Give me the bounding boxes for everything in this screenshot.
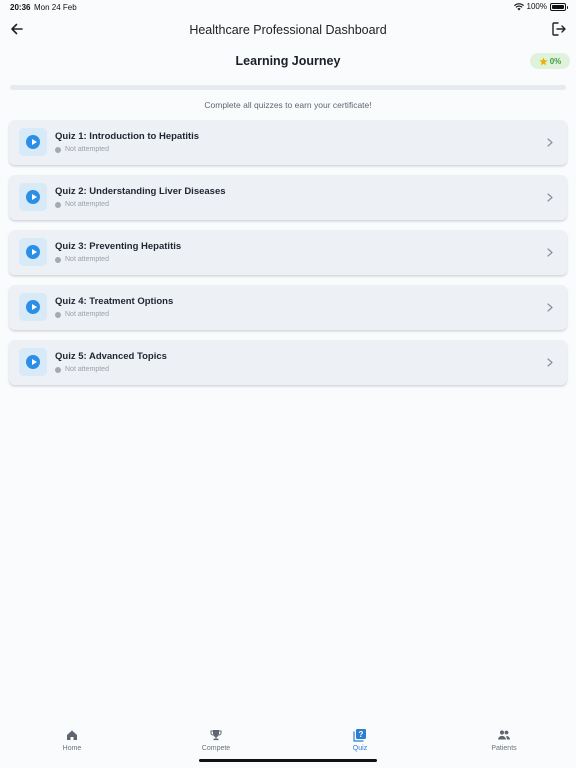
tab-label: Home bbox=[62, 745, 82, 752]
quiz-status-label: Not attempted bbox=[65, 256, 109, 263]
tab-label: Patients bbox=[491, 745, 517, 752]
nav-bar: Healthcare Professional Dashboard bbox=[0, 14, 576, 46]
chevron-right-icon bbox=[547, 358, 553, 367]
quiz-title: Quiz 5: Advanced Topics bbox=[55, 351, 167, 362]
tab-patients[interactable]: Patients bbox=[432, 726, 576, 758]
quiz-status: Not attempted bbox=[55, 146, 109, 153]
quiz-card-2[interactable]: Quiz 2: Understanding Liver Diseases Not… bbox=[9, 175, 567, 220]
play-icon bbox=[26, 190, 40, 204]
people-icon bbox=[498, 730, 511, 740]
clock-icon bbox=[55, 146, 61, 153]
page-title: Healthcare Professional Dashboard bbox=[189, 23, 387, 37]
home-indicator bbox=[199, 759, 377, 762]
quiz-icon-box bbox=[19, 348, 47, 376]
tab-home[interactable]: Home bbox=[0, 726, 144, 758]
logout-icon[interactable] bbox=[550, 20, 568, 38]
wifi-icon bbox=[513, 2, 524, 10]
quiz-card-5[interactable]: Quiz 5: Advanced Topics Not attempted bbox=[9, 340, 567, 385]
chevron-right-icon bbox=[547, 303, 553, 312]
clock-icon bbox=[55, 311, 61, 318]
quiz-status: Not attempted bbox=[55, 366, 109, 373]
play-icon bbox=[26, 300, 40, 314]
quiz-title: Quiz 2: Understanding Liver Diseases bbox=[55, 186, 226, 197]
quiz-title: Quiz 4: Treatment Options bbox=[55, 296, 174, 307]
quiz-list: Quiz 1: Introduction to Hepatitis Not at… bbox=[9, 120, 567, 395]
quiz-icon: ? bbox=[353, 729, 366, 742]
certificate-subtitle: Complete all quizzes to earn your certif… bbox=[204, 100, 372, 110]
battery-icon bbox=[550, 2, 568, 11]
star-icon bbox=[539, 56, 548, 65]
clock-icon bbox=[55, 256, 61, 263]
quiz-status: Not attempted bbox=[55, 311, 109, 318]
battery-percent: 100% bbox=[526, 2, 547, 11]
chevron-right-icon bbox=[547, 193, 553, 202]
quiz-status: Not attempted bbox=[55, 201, 109, 208]
quiz-status-label: Not attempted bbox=[65, 201, 109, 208]
quiz-status-label: Not attempted bbox=[65, 311, 109, 318]
status-date: Mon 24 Feb bbox=[34, 3, 77, 12]
quiz-status-label: Not attempted bbox=[65, 366, 109, 373]
progress-badge: 0% bbox=[530, 53, 570, 69]
svg-text:?: ? bbox=[359, 730, 364, 739]
quiz-icon-box bbox=[19, 183, 47, 211]
play-icon bbox=[26, 245, 40, 259]
tab-quiz[interactable]: ? Quiz bbox=[288, 726, 432, 758]
play-icon bbox=[26, 355, 40, 369]
tab-label: Compete bbox=[201, 745, 231, 752]
learning-journey-title: Learning Journey bbox=[235, 54, 341, 68]
progress-bar bbox=[10, 85, 566, 90]
status-indicators: 100% bbox=[513, 2, 568, 11]
trophy-icon bbox=[210, 730, 222, 741]
tab-compete[interactable]: Compete bbox=[144, 726, 288, 758]
quiz-status: Not attempted bbox=[55, 256, 109, 263]
clock-icon bbox=[55, 201, 61, 208]
status-bar: 20:36 Mon 24 Feb 100% bbox=[0, 0, 576, 14]
quiz-card-4[interactable]: Quiz 4: Treatment Options Not attempted bbox=[9, 285, 567, 330]
tab-label: Quiz bbox=[352, 745, 368, 752]
quiz-icon-box bbox=[19, 293, 47, 321]
chevron-right-icon bbox=[547, 138, 553, 147]
quiz-icon-box bbox=[19, 128, 47, 156]
quiz-status-label: Not attempted bbox=[65, 146, 109, 153]
quiz-icon-box bbox=[19, 238, 47, 266]
home-icon bbox=[67, 730, 77, 740]
clock-icon bbox=[55, 366, 61, 373]
play-icon bbox=[26, 135, 40, 149]
quiz-title: Quiz 3: Preventing Hepatitis bbox=[55, 241, 182, 252]
status-time: 20:36 bbox=[10, 3, 31, 12]
quiz-card-3[interactable]: Quiz 3: Preventing Hepatitis Not attempt… bbox=[9, 230, 567, 275]
quiz-card-1[interactable]: Quiz 1: Introduction to Hepatitis Not at… bbox=[9, 120, 567, 165]
quiz-title: Quiz 1: Introduction to Hepatitis bbox=[55, 131, 200, 142]
chevron-right-icon bbox=[547, 248, 553, 257]
progress-percent: 0% bbox=[549, 56, 562, 66]
